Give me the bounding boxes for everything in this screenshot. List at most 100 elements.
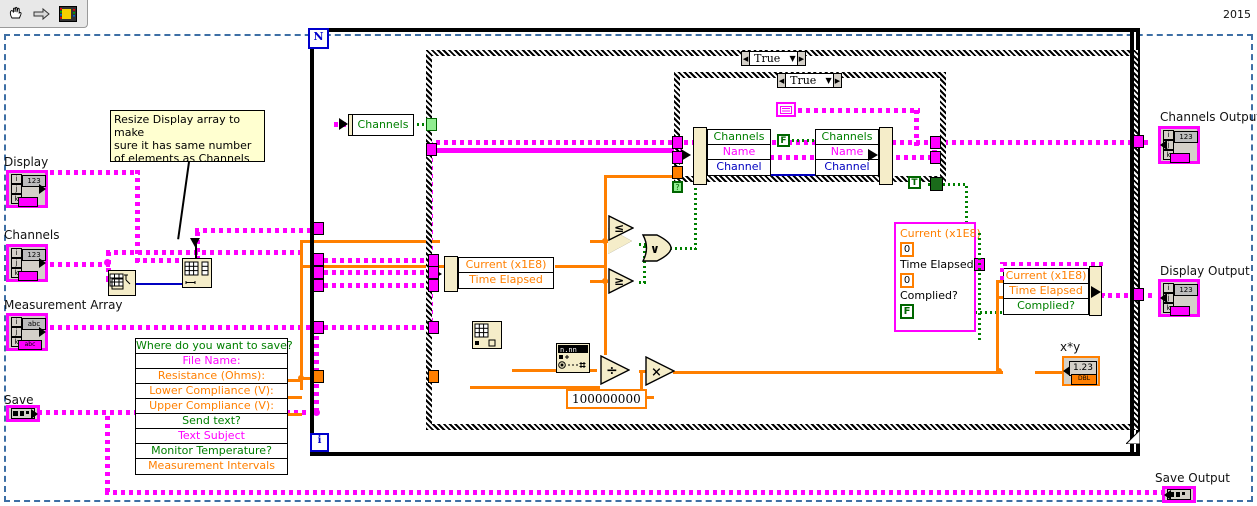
tunnel-inner-orange[interactable] <box>672 166 683 179</box>
true-constant[interactable]: T <box>908 176 921 189</box>
wire-display <box>50 170 140 175</box>
tunnel-bus-1[interactable] <box>426 143 437 156</box>
loop-count-terminal[interactable]: N <box>308 28 329 49</box>
terminal-display[interactable]: i j k 123 <box>6 170 48 208</box>
bundle-right-bar <box>879 127 893 185</box>
array-size-node[interactable] <box>108 270 136 296</box>
bundle-left-row-1: Name <box>708 145 770 160</box>
terminal-measurement-array[interactable]: ijk abc abc <box>6 313 48 351</box>
current-time-unbundle[interactable]: Current (x1E8) Time Elapsed <box>458 257 554 289</box>
tunnel-loop-in-2[interactable] <box>313 266 324 279</box>
false-constant[interactable]: F <box>777 134 790 147</box>
svg-text:≤: ≤ <box>614 221 624 235</box>
wire-orange-bus <box>300 240 303 390</box>
toolbar[interactable] <box>0 0 88 28</box>
current-right-row-2: Complied? <box>1017 299 1075 312</box>
save-settings-cluster[interactable]: Where do you want to save? File Name: Resi… <box>135 338 293 475</box>
divide-node[interactable]: ÷ <box>600 354 631 388</box>
output-label-save-output: Save Output <box>1155 471 1230 485</box>
inner-chevron-down-icon[interactable]: ▼ <box>824 76 833 85</box>
greater-than-node[interactable]: ≥ <box>608 267 635 297</box>
case-next-arrow-icon[interactable]: ▶ <box>796 52 805 65</box>
current-bundle-row-1[interactable]: 0 <box>900 242 914 257</box>
terminal-channels[interactable]: ijk 123 <box>6 244 48 282</box>
terminal-save[interactable] <box>6 405 40 422</box>
loop-index-terminal[interactable]: i <box>310 433 329 452</box>
hand-tool-icon[interactable] <box>6 4 26 24</box>
wire-channels-top <box>106 250 306 255</box>
less-than-node[interactable]: ≤ <box>608 215 634 254</box>
tunnel-loop-out-display[interactable] <box>1133 288 1144 301</box>
channels-unbundle-label: Channels <box>352 114 414 136</box>
terminal-channels-output[interactable]: ijk 123 <box>1158 126 1200 164</box>
case-resize-corner-icon <box>1126 430 1140 444</box>
number-to-fractional-string-node[interactable]: n.nn <box>556 343 590 373</box>
xy-indicator-label: x*y <box>1060 340 1081 354</box>
save-settings-row-row-5: Send text? <box>136 414 287 429</box>
array-index-i: i <box>11 174 22 184</box>
tunnel-case-in-4[interactable] <box>428 321 439 334</box>
comment-line-1: Resize Display array to make <box>114 113 241 139</box>
terminal-save-output[interactable] <box>1162 486 1196 503</box>
inner-case-prev-arrow-icon[interactable]: ◀ <box>778 74 787 87</box>
tunnel-loop-in-orange[interactable] <box>313 370 324 383</box>
wire-cluster-r1 <box>288 379 302 382</box>
current-bundle-row-2: Time Elapsed <box>900 258 974 271</box>
save-settings-row-row-6: Text Subject <box>136 429 287 444</box>
tunnel-loop-in-1[interactable] <box>313 253 324 266</box>
inner-case-next-arrow-icon[interactable]: ▶ <box>832 74 841 87</box>
terminal-display-output[interactable]: ijk 123 <box>1158 279 1200 317</box>
current-bundle-row-4: Complied? <box>900 289 958 302</box>
run-arrow-icon[interactable] <box>32 4 52 24</box>
resize-stub <box>195 244 197 258</box>
year-label: 2015 <box>1223 8 1251 21</box>
tunnel-case-in-3[interactable] <box>428 279 439 292</box>
resize-display-comment: Resize Display array to make sure it has… <box>110 110 265 165</box>
current-time-complied-unbundle[interactable]: Current (x1E8) Time Elapsed Complied? <box>1003 268 1089 315</box>
svg-text:≥: ≥ <box>614 274 624 288</box>
current-right-row-0: Current (x1E8) <box>1004 269 1088 284</box>
tunnel-case-in-orange[interactable] <box>428 370 439 383</box>
case-prev-arrow-icon[interactable]: ◀ <box>742 52 751 65</box>
tunnel-inner-out-2[interactable] <box>930 151 941 164</box>
current-unbundle-row-1: Time Elapsed <box>469 273 543 286</box>
multiply-node[interactable]: × <box>645 355 676 389</box>
wire-junction-channels <box>104 259 111 266</box>
array-index-node[interactable] <box>472 321 502 349</box>
outer-case-selector[interactable]: ◀ True ▼ ▶ <box>741 51 806 66</box>
tunnel-inner-out-1[interactable] <box>930 136 941 149</box>
tunnel-case-in-2[interactable] <box>428 266 439 279</box>
channel-cluster-left[interactable]: Channels Name Channel <box>707 129 771 176</box>
tunnel-loop-in-4[interactable] <box>313 321 324 334</box>
chevron-down-icon[interactable]: ▼ <box>788 54 797 63</box>
tunnel-loop-in-5[interactable] <box>313 222 324 235</box>
bundle-right-row-0: Channels <box>816 130 878 145</box>
current-time-complied-bundle[interactable]: Current (x1E8) 0 Time Elapsed 0 Complied? F <box>894 222 981 332</box>
string-constant-node[interactable] <box>776 102 796 117</box>
inner-case-value-label: True <box>790 74 817 87</box>
current-unbundle-bar <box>444 256 458 292</box>
wire-false-const <box>792 139 816 142</box>
tunnel-inner-1[interactable] <box>672 136 683 149</box>
vi-icon[interactable] <box>58 4 78 24</box>
tunnel-loop-out-channels[interactable] <box>1133 135 1144 148</box>
tunnel-inner-2[interactable] <box>672 151 683 164</box>
or-node[interactable]: ∨ <box>641 234 673 265</box>
tunnel-channels-green[interactable] <box>426 118 437 131</box>
inner-case-selector[interactable]: ◀ True ▼ ▶ <box>777 73 842 88</box>
current-bundle-row-3[interactable]: 0 <box>900 273 914 288</box>
terminal-out-arrow-icon <box>39 184 46 194</box>
save-settings-row-row-8: Measurement Intervals <box>148 459 275 472</box>
xy-indicator[interactable]: 1.23 DBL <box>1062 356 1100 386</box>
bundle-left-row-2: Channel <box>716 160 762 173</box>
wire-measurement <box>50 325 310 330</box>
save-settings-row-row-0: Where do you want to save? <box>136 339 293 354</box>
current-bundle-row-5[interactable]: F <box>900 304 914 319</box>
tunnel-loop-in-3[interactable] <box>313 279 324 292</box>
tunnel-inner-bool[interactable]: ? <box>672 181 683 193</box>
array-resize-node[interactable] <box>182 258 212 288</box>
big-number-constant[interactable]: 100000000 <box>566 389 647 409</box>
output-label-channels-output: Channels Output <box>1160 110 1257 124</box>
tunnel-inner-out-bool[interactable] <box>930 177 943 191</box>
wire-cluster-r3 <box>288 413 302 416</box>
